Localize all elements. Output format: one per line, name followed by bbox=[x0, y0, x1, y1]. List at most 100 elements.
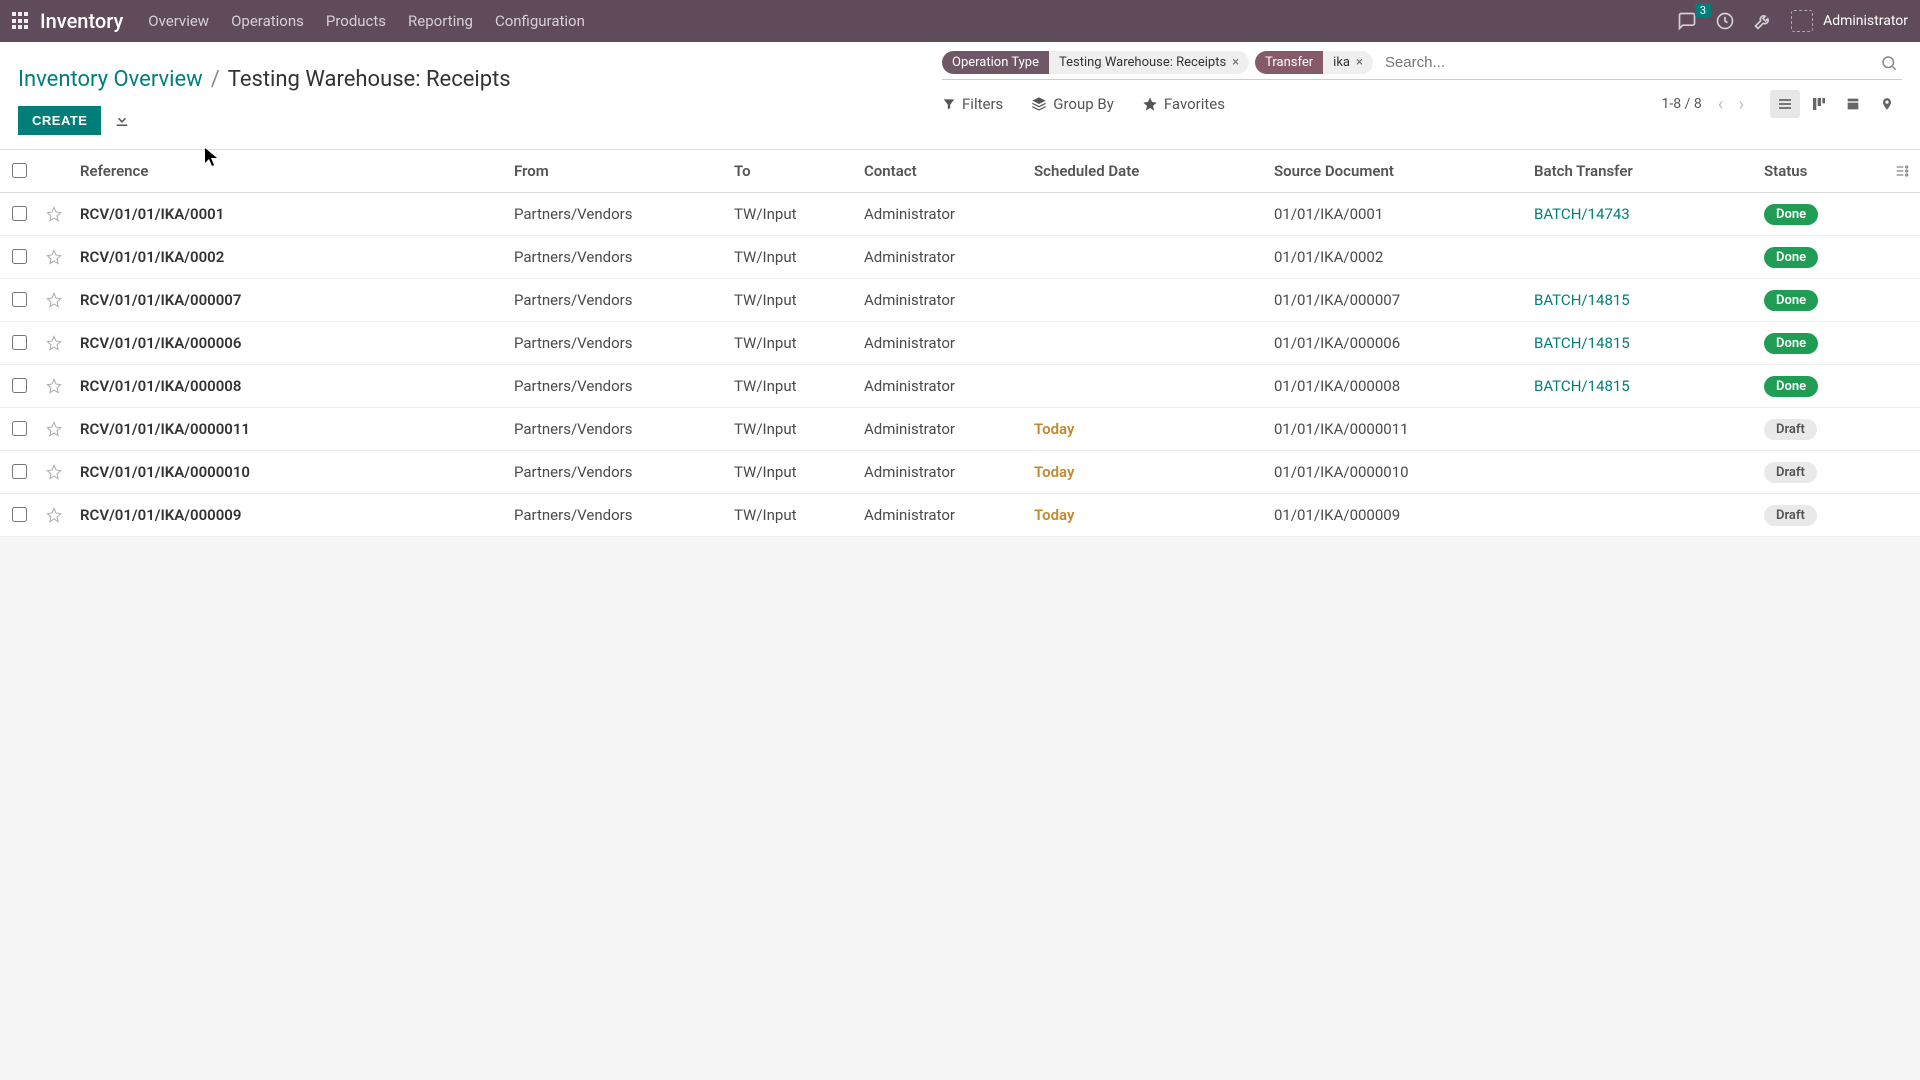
brand-label[interactable]: Inventory bbox=[40, 9, 123, 33]
col-status[interactable]: Status bbox=[1756, 150, 1886, 193]
cell-from: Partners/Vendors bbox=[506, 365, 726, 408]
col-batch[interactable]: Batch Transfer bbox=[1526, 150, 1756, 193]
cell-scheduled bbox=[1026, 322, 1266, 365]
col-from[interactable]: From bbox=[506, 150, 726, 193]
facet-value: ika× bbox=[1323, 51, 1373, 74]
apps-icon[interactable] bbox=[12, 12, 30, 30]
table-row[interactable]: RCV/01/01/IKA/0002Partners/VendorsTW/Inp… bbox=[0, 236, 1920, 279]
cell-reference: RCV/01/01/IKA/0000010 bbox=[72, 451, 506, 494]
row-checkbox-cell bbox=[0, 193, 38, 236]
col-scheduled[interactable]: Scheduled Date bbox=[1026, 150, 1266, 193]
row-star-icon[interactable] bbox=[38, 236, 72, 279]
clock-icon[interactable] bbox=[1715, 11, 1735, 31]
pager-next[interactable]: › bbox=[1733, 94, 1750, 115]
table-row[interactable]: RCV/01/01/IKA/0000010Partners/VendorsTW/… bbox=[0, 451, 1920, 494]
row-checkbox[interactable] bbox=[12, 292, 27, 307]
cell-batch[interactable]: BATCH/14815 bbox=[1526, 322, 1756, 365]
cell-batch[interactable]: BATCH/14815 bbox=[1526, 279, 1756, 322]
row-checkbox-cell bbox=[0, 322, 38, 365]
cell-contact: Administrator bbox=[856, 494, 1026, 537]
cell-scheduled bbox=[1026, 365, 1266, 408]
search-bar: Operation TypeTesting Warehouse: Receipt… bbox=[942, 50, 1902, 80]
table-header-row: Reference From To Contact Scheduled Date… bbox=[0, 150, 1920, 193]
cell-reference: RCV/01/01/IKA/0001 bbox=[72, 193, 506, 236]
row-star-icon[interactable] bbox=[38, 365, 72, 408]
col-to[interactable]: To bbox=[726, 150, 856, 193]
col-options-icon[interactable] bbox=[1886, 150, 1920, 193]
row-checkbox-cell bbox=[0, 279, 38, 322]
cell-status: Done bbox=[1756, 193, 1886, 236]
row-checkbox[interactable] bbox=[12, 249, 27, 264]
view-map-icon[interactable] bbox=[1872, 90, 1902, 118]
nav-products[interactable]: Products bbox=[326, 12, 386, 30]
cell-source: 01/01/IKA/0000010 bbox=[1266, 451, 1526, 494]
cell-scheduled bbox=[1026, 193, 1266, 236]
cell-source: 01/01/IKA/000008 bbox=[1266, 365, 1526, 408]
cell-reference: RCV/01/01/IKA/000006 bbox=[72, 322, 506, 365]
view-list-icon[interactable] bbox=[1770, 90, 1800, 118]
cell-status: Done bbox=[1756, 236, 1886, 279]
cell-from: Partners/Vendors bbox=[506, 193, 726, 236]
col-contact[interactable]: Contact bbox=[856, 150, 1026, 193]
view-calendar-icon[interactable] bbox=[1838, 90, 1868, 118]
col-reference[interactable]: Reference bbox=[72, 150, 506, 193]
user-menu[interactable]: Administrator bbox=[1791, 10, 1908, 32]
table-row[interactable]: RCV/01/01/IKA/000008Partners/VendorsTW/I… bbox=[0, 365, 1920, 408]
cell-to: TW/Input bbox=[726, 408, 856, 451]
view-kanban-icon[interactable] bbox=[1804, 90, 1834, 118]
row-star-icon[interactable] bbox=[38, 322, 72, 365]
cell-scheduled bbox=[1026, 236, 1266, 279]
cell-status: Draft bbox=[1756, 408, 1886, 451]
download-icon[interactable] bbox=[113, 111, 131, 129]
row-star-icon[interactable] bbox=[38, 193, 72, 236]
row-star-icon[interactable] bbox=[38, 408, 72, 451]
nav-operations[interactable]: Operations bbox=[231, 12, 304, 30]
row-checkbox[interactable] bbox=[12, 507, 27, 522]
row-checkbox[interactable] bbox=[12, 421, 27, 436]
row-star-icon[interactable] bbox=[38, 279, 72, 322]
create-button[interactable]: CREATE bbox=[18, 106, 101, 135]
facet-remove-icon[interactable]: × bbox=[1356, 55, 1363, 70]
search-input[interactable] bbox=[1379, 50, 1876, 75]
tools-icon[interactable] bbox=[1753, 11, 1773, 31]
cell-batch[interactable]: BATCH/14743 bbox=[1526, 193, 1756, 236]
select-all-checkbox[interactable] bbox=[12, 163, 27, 178]
cell-source: 01/01/IKA/0001 bbox=[1266, 193, 1526, 236]
groupby-button[interactable]: Group By bbox=[1031, 95, 1114, 113]
row-checkbox[interactable] bbox=[12, 206, 27, 221]
table-row[interactable]: RCV/01/01/IKA/000007Partners/VendorsTW/I… bbox=[0, 279, 1920, 322]
row-checkbox[interactable] bbox=[12, 335, 27, 350]
pager-prev[interactable]: ‹ bbox=[1712, 94, 1729, 115]
search-icon[interactable] bbox=[1876, 54, 1902, 72]
nav-reporting[interactable]: Reporting bbox=[408, 12, 473, 30]
cell-empty bbox=[1886, 279, 1920, 322]
cell-empty bbox=[1886, 494, 1920, 537]
nav-overview[interactable]: Overview bbox=[148, 12, 209, 30]
cell-empty bbox=[1886, 322, 1920, 365]
favorites-button[interactable]: Favorites bbox=[1142, 95, 1225, 113]
table-row[interactable]: RCV/01/01/IKA/000006Partners/VendorsTW/I… bbox=[0, 322, 1920, 365]
row-checkbox[interactable] bbox=[12, 378, 27, 393]
row-star-icon[interactable] bbox=[38, 494, 72, 537]
row-star-icon[interactable] bbox=[38, 451, 72, 494]
table-row[interactable]: RCV/01/01/IKA/0000011Partners/VendorsTW/… bbox=[0, 408, 1920, 451]
table-row[interactable]: RCV/01/01/IKA/0001Partners/VendorsTW/Inp… bbox=[0, 193, 1920, 236]
cell-to: TW/Input bbox=[726, 451, 856, 494]
layers-icon bbox=[1031, 96, 1047, 112]
col-source[interactable]: Source Document bbox=[1266, 150, 1526, 193]
messages-icon[interactable]: 3 bbox=[1677, 11, 1697, 31]
cell-scheduled bbox=[1026, 279, 1266, 322]
table-row[interactable]: RCV/01/01/IKA/000009Partners/VendorsTW/I… bbox=[0, 494, 1920, 537]
cell-scheduled: Today bbox=[1026, 408, 1266, 451]
control-panel: Inventory Overview / Testing Warehouse: … bbox=[0, 42, 1920, 150]
breadcrumb-root[interactable]: Inventory Overview bbox=[18, 67, 203, 92]
cell-empty bbox=[1886, 408, 1920, 451]
facet-remove-icon[interactable]: × bbox=[1232, 55, 1239, 70]
cell-batch[interactable]: BATCH/14815 bbox=[1526, 365, 1756, 408]
filter-icon bbox=[942, 97, 956, 111]
breadcrumb: Inventory Overview / Testing Warehouse: … bbox=[18, 67, 511, 92]
cell-contact: Administrator bbox=[856, 279, 1026, 322]
row-checkbox[interactable] bbox=[12, 464, 27, 479]
filters-button[interactable]: Filters bbox=[942, 95, 1003, 113]
nav-configuration[interactable]: Configuration bbox=[495, 12, 585, 30]
